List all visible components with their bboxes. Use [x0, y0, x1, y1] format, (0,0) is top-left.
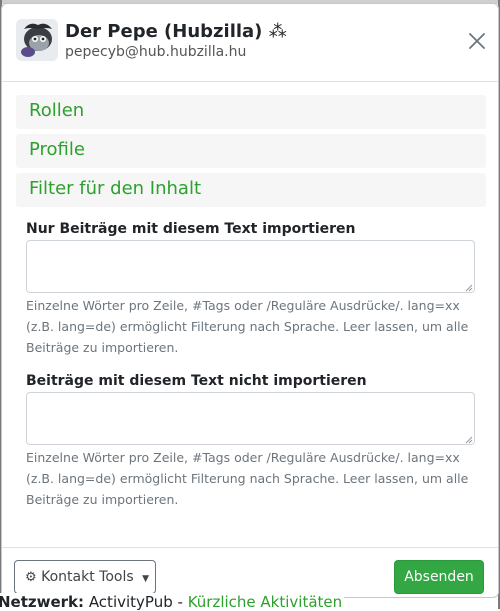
close-icon[interactable]: [466, 30, 488, 52]
avatar: [16, 19, 58, 61]
contact-handle: pepecyb@hub.hubzilla.hu: [65, 44, 247, 60]
background-network-line: Netzwerk: ActivityPub - Kürzliche Aktivi…: [0, 593, 345, 611]
network-label: Netzwerk:: [0, 593, 85, 611]
contact-tools-button[interactable]: ⚙ Kontakt Tools ▼: [14, 560, 156, 594]
fediverse-badge-icon: ⁂: [268, 21, 287, 42]
accordion-content-filter-label: Filter für den Inhalt: [29, 178, 202, 199]
contact-tools-label: Kontakt Tools: [41, 569, 134, 585]
avatar-image: [16, 19, 58, 61]
accordion-content-filter[interactable]: Filter für den Inhalt: [16, 173, 486, 207]
contact-edit-modal: Der Pepe (Hubzilla) ⁂ pepecyb@hub.hubzil…: [1, 3, 499, 598]
exclude-filter-help: Einzelne Wörter pro Zeile, #Tags oder /R…: [26, 450, 469, 507]
include-filter-label: Nur Beiträge mit diesem Text importieren: [26, 221, 356, 237]
recent-activity-link[interactable]: Kürzliche Aktivitäten: [188, 593, 342, 611]
exclude-filter-label: Beiträge mit diesem Text nicht importier…: [26, 373, 367, 389]
accordion-roles[interactable]: Rollen: [16, 95, 486, 129]
accordion-profiles[interactable]: Profile: [16, 134, 486, 168]
contact-name: Der Pepe (Hubzilla) ⁂: [65, 21, 287, 42]
contact-name-text: Der Pepe (Hubzilla): [65, 21, 263, 42]
accordion-profiles-label: Profile: [29, 139, 85, 160]
resize-grip-icon[interactable]: [465, 436, 473, 444]
network-value: ActivityPub: [88, 593, 173, 611]
gear-icon: ⚙: [25, 570, 37, 585]
resize-grip-icon[interactable]: [465, 284, 473, 292]
accordion-roles-label: Rollen: [29, 100, 85, 121]
caret-down-icon: ▼: [142, 574, 150, 584]
submit-button[interactable]: Absenden: [394, 560, 484, 594]
network-separator: -: [177, 593, 183, 611]
exclude-filter-textarea[interactable]: [26, 392, 475, 445]
modal-footer-divider: [2, 547, 498, 548]
include-filter-help: Einzelne Wörter pro Zeile, #Tags oder /R…: [26, 298, 469, 355]
include-filter-textarea[interactable]: [26, 240, 475, 293]
modal-header: Der Pepe (Hubzilla) ⁂ pepecyb@hub.hubzil…: [2, 4, 498, 82]
